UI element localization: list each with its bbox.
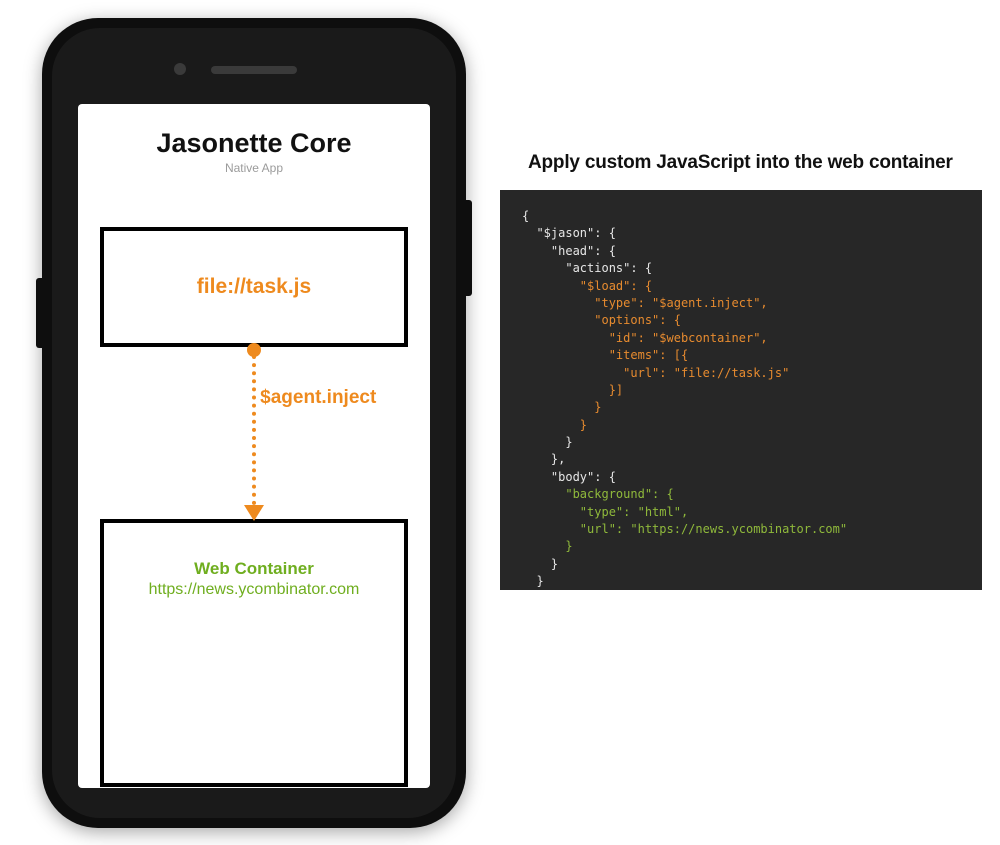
code-token: "type": "$agent.inject", bbox=[522, 296, 768, 310]
screen-content: Jasonette Core Native App file://task.js… bbox=[78, 104, 430, 788]
code-token: } bbox=[522, 539, 573, 553]
task-file-label: file://task.js bbox=[197, 275, 311, 299]
code-token: "url": "file://task.js" bbox=[522, 366, 789, 380]
code-token: "$jason": { bbox=[522, 226, 616, 240]
speaker-icon bbox=[211, 66, 297, 74]
code-token: }, bbox=[522, 452, 565, 466]
code-token: "id": "$webcontainer", bbox=[522, 331, 768, 345]
task-box: file://task.js bbox=[100, 227, 408, 347]
web-container-box: Web Container https://news.ycombinator.c… bbox=[100, 519, 408, 787]
inject-arrow: $agent.inject bbox=[100, 347, 408, 519]
app-title: Jasonette Core bbox=[100, 128, 408, 159]
code-token: } bbox=[522, 574, 544, 588]
diagram-stage: Jasonette Core Native App file://task.js… bbox=[0, 0, 1000, 845]
code-token: }] bbox=[522, 383, 623, 397]
inject-label: $agent.inject bbox=[260, 387, 376, 409]
code-token: } bbox=[522, 418, 587, 432]
code-token: "type": "html", bbox=[522, 505, 688, 519]
code-token: "url": "https://news.ycombinator.com" bbox=[522, 522, 847, 536]
arrow-dashed-line-icon bbox=[252, 355, 256, 505]
code-token: "$load": { bbox=[522, 279, 652, 293]
code-token: "body": { bbox=[522, 470, 616, 484]
code-token: "background": { bbox=[522, 487, 674, 501]
app-subtitle: Native App bbox=[100, 161, 408, 175]
web-container-title: Web Container bbox=[104, 559, 404, 579]
code-token: "actions": { bbox=[522, 261, 652, 275]
code-token: "options": { bbox=[522, 313, 681, 327]
phone-bezel: Jasonette Core Native App file://task.js… bbox=[52, 28, 456, 818]
phone-screen: Jasonette Core Native App file://task.js… bbox=[78, 104, 430, 788]
code-token: "head": { bbox=[522, 244, 616, 258]
code-token: { bbox=[522, 209, 529, 223]
camera-icon bbox=[174, 63, 186, 75]
code-token: } bbox=[522, 435, 573, 449]
code-caption: Apply custom JavaScript into the web con… bbox=[528, 152, 953, 174]
code-token: } bbox=[522, 400, 601, 414]
code-block: { "$jason": { "head": { "actions": { "$l… bbox=[500, 190, 982, 590]
code-token: "items": [{ bbox=[522, 348, 688, 362]
arrow-head-icon bbox=[244, 505, 264, 521]
phone-frame: Jasonette Core Native App file://task.js… bbox=[42, 18, 466, 828]
web-container-url: https://news.ycombinator.com bbox=[104, 581, 404, 599]
code-token: } bbox=[522, 557, 558, 571]
